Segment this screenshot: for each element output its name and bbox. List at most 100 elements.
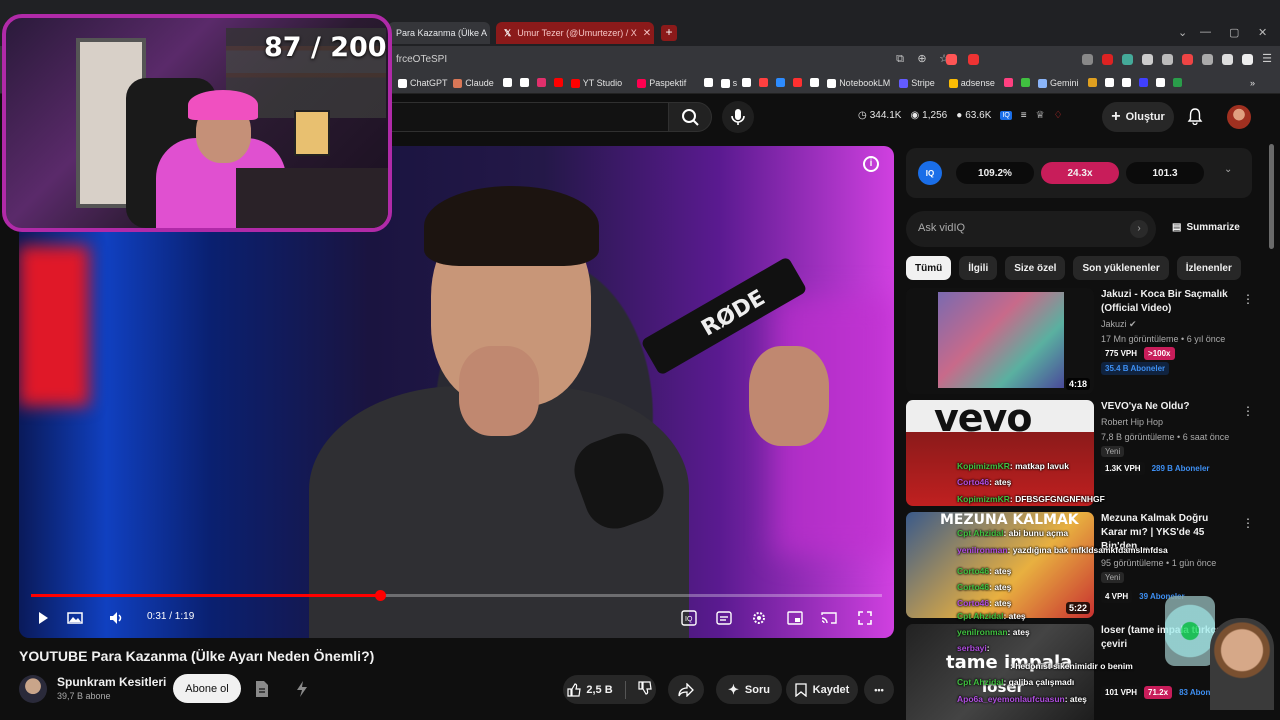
chip-all[interactable]: Tümü [906, 256, 952, 280]
bookmark-item[interactable] [1004, 78, 1013, 87]
recommendation-channel[interactable]: Jakuzi ✔ [1101, 319, 1137, 330]
bookmark-item[interactable]: Paspektif [637, 78, 686, 88]
bookmark-item[interactable]: Stripe [899, 78, 935, 88]
vidiq-player-button[interactable]: IQ [679, 608, 699, 628]
bookmark-item[interactable]: NotebookLM [827, 78, 890, 88]
like-button[interactable]: 2,5 B [567, 682, 613, 697]
url-field[interactable]: frceOTeSPI [396, 54, 447, 65]
share-button[interactable] [668, 675, 704, 704]
bookmark-item[interactable] [553, 78, 563, 87]
settings-button[interactable] [749, 608, 769, 628]
bookmark-item[interactable] [759, 78, 769, 87]
create-button[interactable]: + Oluştur [1102, 102, 1174, 132]
search-input[interactable] [390, 102, 668, 132]
chip-for-you[interactable]: Size özel [1005, 256, 1066, 280]
extension-icon[interactable] [946, 54, 957, 65]
extension-icon[interactable] [1122, 54, 1133, 65]
more-actions-button[interactable]: ••• [864, 675, 894, 704]
chip-recent[interactable]: Son yüklenenler [1073, 256, 1169, 280]
more-vert-icon[interactable]: ⋮ [1242, 404, 1254, 418]
bookmark-item[interactable] [703, 78, 713, 87]
next-button[interactable] [65, 608, 85, 628]
menu-icon[interactable]: ☰ [1260, 52, 1274, 66]
tab-current-video[interactable]: Para Kazanma (Ülke A ✕ [388, 22, 490, 44]
close-window-button[interactable]: ✕ [1258, 26, 1267, 39]
bookmark-item[interactable] [1172, 78, 1182, 87]
bookmark-item[interactable] [1121, 78, 1131, 87]
scrubber-handle[interactable] [374, 590, 386, 601]
bookmark-item[interactable] [1021, 78, 1030, 87]
bookmark-item[interactable]: Claude [453, 78, 494, 88]
video-thumbnail[interactable]: vevo [906, 400, 1094, 506]
bookmark-item[interactable] [1087, 78, 1097, 87]
extension-icon[interactable] [968, 54, 979, 65]
document-icon[interactable] [254, 680, 270, 698]
recommendation-item[interactable]: vevo VEVO'ya Ne Oldu? Robert Hip Hop 7,8… [906, 400, 1254, 508]
play-button[interactable] [33, 608, 53, 628]
channel-avatar[interactable] [19, 675, 47, 703]
save-button[interactable]: Kaydet [786, 675, 858, 704]
extension-icon[interactable] [1162, 54, 1173, 65]
extension-icon[interactable] [1102, 54, 1113, 65]
tab-twitter[interactable]: 𝕏 Umur Tezer (@Umurtezer) / X ✕ [496, 22, 654, 44]
extension-icon[interactable] [1202, 54, 1213, 65]
bookmark-item[interactable]: s [720, 78, 737, 88]
vidiq-metric-engagement[interactable]: 109.2% [956, 162, 1034, 184]
ask-vidiq-input[interactable]: Ask vidIQ › [906, 211, 1156, 247]
bookmark-item[interactable] [810, 78, 820, 87]
arrow-right-icon[interactable]: › [1130, 220, 1148, 238]
new-tab-button[interactable]: + [661, 25, 677, 41]
bookmark-item[interactable]: ChatGPT [398, 78, 448, 88]
fullscreen-button[interactable] [855, 608, 875, 628]
miniplayer-button[interactable] [785, 608, 805, 628]
volume-button[interactable] [107, 608, 127, 628]
subscribe-button[interactable]: Abone ol [173, 674, 241, 703]
close-icon[interactable]: ✕ [643, 28, 651, 39]
chip-watched[interactable]: İzlenenler [1176, 256, 1241, 280]
bookmark-item[interactable] [1104, 78, 1114, 87]
bookmark-item[interactable] [793, 78, 803, 87]
alert-icon[interactable]: ♢ [1054, 110, 1063, 121]
dislike-button[interactable] [638, 681, 652, 698]
more-vert-icon[interactable]: ⋮ [1242, 516, 1254, 530]
video-thumbnail[interactable]: tame impala loser [906, 624, 1094, 720]
vidiq-metric-outlier[interactable]: 24.3x [1041, 162, 1119, 184]
recommendation-title[interactable]: Jakuzi - Koca Bir Saçmalık (Official Vid… [1101, 288, 1229, 316]
bookmark-item[interactable] [1155, 78, 1165, 87]
extension-icon[interactable] [1142, 54, 1153, 65]
video-thumbnail[interactable]: 4:18 [906, 288, 1094, 394]
cast-button[interactable] [819, 608, 839, 628]
vidiq-metric-score[interactable]: 101.3 [1126, 162, 1204, 184]
open-in-new-icon[interactable]: ⧉ [893, 52, 907, 66]
channel-name[interactable]: Spunkram Kesitleri [57, 675, 166, 689]
progress-bar[interactable] [31, 590, 882, 601]
account-avatar[interactable] [1227, 105, 1251, 129]
ask-button[interactable]: ✦ Soru [716, 675, 782, 704]
extension-icon[interactable] [1222, 54, 1233, 65]
subtitles-button[interactable] [714, 608, 734, 628]
bookmark-item[interactable] [536, 78, 546, 87]
bookmark-item[interactable]: YT Studio [570, 78, 622, 88]
chevron-down-icon[interactable]: ⌄ [1224, 164, 1232, 175]
bookmark-item[interactable] [502, 78, 512, 87]
extension-icon[interactable] [1082, 54, 1093, 65]
bookmark-item[interactable]: Gemini [1038, 78, 1079, 88]
scrollbar[interactable] [1269, 144, 1274, 249]
lightning-icon[interactable] [294, 680, 310, 698]
recommendation-item[interactable]: 4:18 Jakuzi - Koca Bir Saçmalık (Officia… [906, 288, 1254, 396]
bookmark-item[interactable]: adsense [948, 78, 995, 88]
notifications-bell-icon[interactable] [1186, 107, 1204, 126]
tab-search-icon[interactable]: ⌄ [1178, 26, 1187, 39]
search-button[interactable] [668, 102, 712, 132]
voice-search-button[interactable] [722, 101, 754, 133]
bookmarks-overflow-icon[interactable]: » [1250, 78, 1255, 88]
recommendation-title[interactable]: VEVO'ya Ne Oldu? [1101, 400, 1229, 414]
recommendation-channel[interactable]: Robert Hip Hop [1101, 417, 1163, 427]
list-icon[interactable]: ≡ [1021, 110, 1027, 121]
more-vert-icon[interactable]: ⋮ [1242, 292, 1254, 306]
bookmark-item[interactable] [776, 78, 786, 87]
zoom-icon[interactable]: ⊕ [915, 52, 929, 66]
info-button[interactable]: i [863, 156, 879, 172]
bookmark-item[interactable] [519, 78, 529, 87]
extension-icon[interactable] [1182, 54, 1193, 65]
